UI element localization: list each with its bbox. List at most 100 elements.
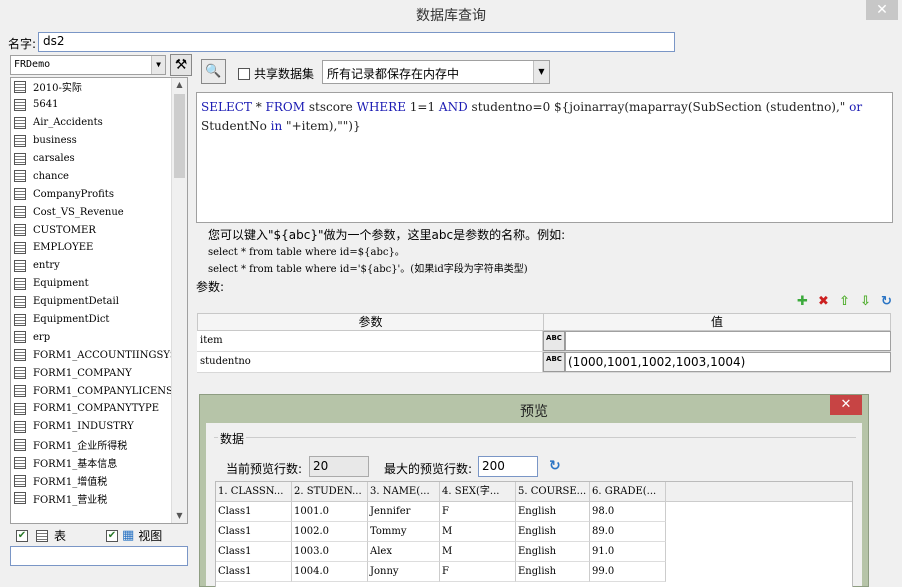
sql-editor[interactable]: SELECT * FROM stscore WHERE 1=1 AND stud… bbox=[196, 92, 893, 223]
table-list-item[interactable]: Air_Accidents bbox=[11, 114, 171, 132]
table-list: 2010-实际 5641 Air_Accidents business carsales… bbox=[10, 77, 188, 524]
scroll-down-icon[interactable]: ▼ bbox=[172, 509, 187, 523]
table-list-item[interactable]: chance bbox=[11, 167, 171, 185]
sql-keyword: FROM bbox=[265, 100, 306, 114]
table-icon bbox=[14, 331, 26, 344]
grid-cell: Class1 bbox=[216, 522, 292, 542]
table-list-item[interactable]: Equipment bbox=[11, 275, 171, 293]
table-list-item[interactable]: Cost_VS_Revenue bbox=[11, 203, 171, 221]
delete-icon[interactable]: ✖ bbox=[816, 294, 831, 309]
grid-row: Class1 1001.0 Jennifer F English 98.0 bbox=[216, 502, 852, 522]
database-select[interactable]: FRDemo ▼ bbox=[10, 55, 166, 75]
sql-text: StudentNo bbox=[201, 119, 271, 133]
param-value-input[interactable]: (1000,1001,1002,1003,1004) bbox=[565, 352, 891, 372]
table-list-item[interactable]: FORM1_企业所得税 bbox=[11, 436, 171, 454]
table-list-item[interactable]: FORM1_增值税 bbox=[11, 472, 171, 490]
hint-line: 您可以键入"${abc}"做为一个参数，这里abc是参数的名称。例如: bbox=[208, 228, 566, 242]
params-label: 参数: bbox=[196, 280, 225, 294]
grid-cell: Alex bbox=[368, 542, 440, 562]
query-toolbar: 🔍 共享数据集 所有记录都保存在内存中 ▼ bbox=[196, 53, 894, 89]
grid-cell: Class1 bbox=[216, 562, 292, 582]
sql-line: StudentNo in "+item),"")} bbox=[201, 117, 888, 136]
table-list-item[interactable]: FORM1_ACCOUNTIINGSYSTEM bbox=[11, 346, 171, 364]
table-list-item[interactable]: EMPLOYEE bbox=[11, 239, 171, 257]
grid-column-header[interactable]: 6. GRADE(... bbox=[590, 482, 666, 501]
name-input[interactable]: ds2 bbox=[38, 32, 675, 52]
table-icon bbox=[14, 474, 26, 487]
param-toolbar: ✚ ✖ ⇧ ⇩ ↻ bbox=[795, 294, 894, 309]
table-list-item[interactable]: FORM1_基本信息 bbox=[11, 454, 171, 472]
grid-cell: Jennifer bbox=[368, 502, 440, 522]
title-bar: 数据库查询 ✕ bbox=[0, 0, 902, 28]
param-row: item ABC bbox=[197, 331, 891, 352]
scroll-thumb[interactable] bbox=[174, 94, 185, 178]
param-name: item bbox=[197, 331, 543, 351]
table-list-item[interactable]: 2010-实际 bbox=[11, 78, 171, 96]
preview-close-button[interactable]: ✕ bbox=[830, 395, 862, 415]
current-rows-field: 20 bbox=[309, 456, 369, 477]
grid-row: Class1 1004.0 Jonny F English 99.0 bbox=[216, 562, 852, 582]
table-list-item-label: EquipmentDetail bbox=[33, 296, 119, 308]
table-list-item[interactable]: FORM1_INDUSTRY bbox=[11, 418, 171, 436]
move-up-icon[interactable]: ⇧ bbox=[837, 294, 852, 309]
param-table-header: 参数 值 bbox=[197, 313, 891, 331]
grid-column-header[interactable]: 2. STUDEN... bbox=[292, 482, 368, 501]
grid-column-header[interactable]: 1. CLASSN... bbox=[216, 482, 292, 501]
view-icon: ▦ bbox=[122, 528, 135, 543]
table-checkbox[interactable]: ✔ bbox=[16, 529, 28, 542]
chevron-down-icon[interactable]: ▼ bbox=[151, 56, 165, 74]
grid-cell: Jonny bbox=[368, 562, 440, 582]
table-icon bbox=[14, 152, 26, 165]
grid-cell: English bbox=[516, 522, 590, 542]
grid-cell: F bbox=[440, 562, 516, 582]
grid-cell: M bbox=[440, 542, 516, 562]
table-list-item[interactable]: EquipmentDetail bbox=[11, 293, 171, 311]
table-list-scrollbar[interactable]: ▲ ▼ bbox=[171, 78, 187, 523]
table-list-item[interactable]: CompanyProfits bbox=[11, 185, 171, 203]
move-down-icon[interactable]: ⇩ bbox=[858, 294, 873, 309]
table-list-item[interactable]: FORM1_COMPANY bbox=[11, 364, 171, 382]
memory-mode-value: 所有记录都保存在内存中 bbox=[327, 67, 460, 81]
hint-example: select * from table where id='${abc}'。(如… bbox=[208, 264, 528, 275]
string-type-icon[interactable]: ABC bbox=[543, 352, 565, 372]
grid-column-header[interactable]: 5. COURSE... bbox=[516, 482, 590, 501]
view-filter-option[interactable]: ✔ ▦ 视图 bbox=[106, 527, 162, 544]
table-icon bbox=[14, 134, 26, 147]
refresh-icon[interactable]: ↻ bbox=[879, 294, 894, 309]
table-filter-option[interactable]: ✔ 表 bbox=[16, 527, 66, 544]
grid-cell: F bbox=[440, 502, 516, 522]
table-list-item[interactable]: FORM1_COMPANYLICENSE bbox=[11, 382, 171, 400]
max-rows-input[interactable]: 200 bbox=[478, 456, 538, 477]
param-value-input[interactable] bbox=[565, 331, 891, 351]
table-list-item[interactable]: business bbox=[11, 132, 171, 150]
preview-icon[interactable]: 🔍 bbox=[201, 59, 226, 84]
window-close-button[interactable]: ✕ bbox=[866, 0, 898, 20]
share-dataset-option[interactable]: 共享数据集 bbox=[238, 65, 314, 82]
table-list-item[interactable]: 5641 bbox=[11, 96, 171, 114]
table-list-item-label: FORM1_COMPANYTYPE bbox=[33, 403, 160, 415]
grid-column-header[interactable]: 3. NAME(... bbox=[368, 482, 440, 501]
table-list-item[interactable]: EquipmentDict bbox=[11, 311, 171, 329]
table-icon bbox=[14, 420, 26, 433]
table-list-item[interactable]: FORM1_营业税 bbox=[11, 489, 171, 507]
table-list-item-label: 2010-实际 bbox=[33, 83, 82, 95]
memory-mode-select[interactable]: 所有记录都保存在内存中 ▼ bbox=[322, 60, 550, 84]
refresh-icon[interactable]: ↻ bbox=[549, 458, 561, 474]
view-checkbox[interactable]: ✔ bbox=[106, 529, 118, 542]
table-list-item[interactable]: entry bbox=[11, 257, 171, 275]
grid-column-header[interactable]: 4. SEX(字... bbox=[440, 482, 516, 501]
table-list-items: 2010-实际 5641 Air_Accidents business carsales… bbox=[11, 78, 171, 507]
string-type-icon[interactable]: ABC bbox=[543, 331, 565, 351]
table-list-item[interactable]: carsales bbox=[11, 150, 171, 168]
chevron-down-icon[interactable]: ▼ bbox=[533, 61, 549, 83]
table-list-item[interactable]: erp bbox=[11, 328, 171, 346]
tools-icon[interactable]: ⚒ bbox=[170, 54, 192, 76]
table-list-item[interactable]: FORM1_COMPANYTYPE bbox=[11, 400, 171, 418]
table-search-input[interactable] bbox=[10, 546, 188, 566]
scroll-up-icon[interactable]: ▲ bbox=[172, 78, 187, 92]
add-icon[interactable]: ✚ bbox=[795, 294, 810, 309]
table-icon bbox=[14, 295, 26, 308]
share-dataset-checkbox[interactable] bbox=[238, 67, 250, 80]
grid-cell: 91.0 bbox=[590, 542, 666, 562]
table-list-item[interactable]: CUSTOMER bbox=[11, 221, 171, 239]
